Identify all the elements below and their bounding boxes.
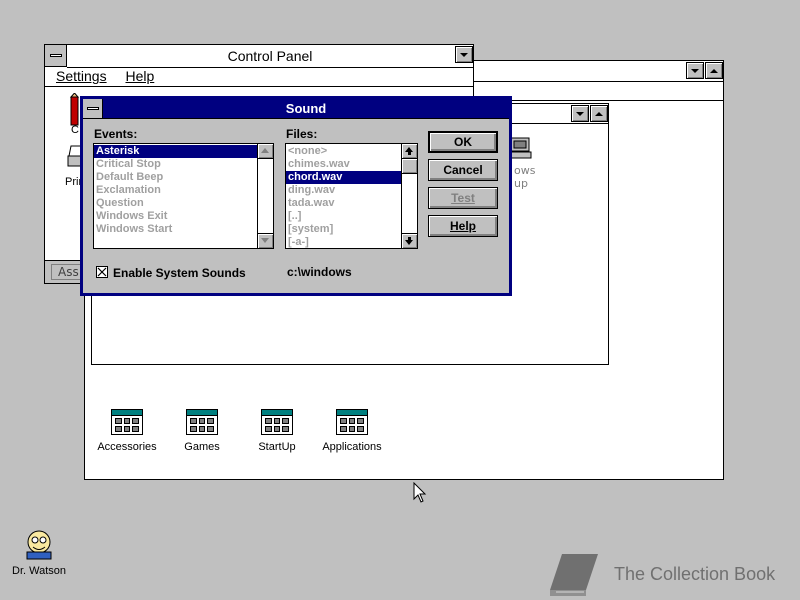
menu-settings[interactable]: Settings [56, 68, 107, 84]
events-list: Asterisk Critical Stop Default Beep Exclama… [94, 145, 257, 236]
control-panel-system-menu-button[interactable] [45, 45, 67, 67]
test-button[interactable]: Test [428, 187, 498, 209]
program-group-applications[interactable]: Applications [315, 409, 389, 453]
file-list-item[interactable]: chord.wav [286, 171, 401, 184]
mouse-pointer-icon [413, 482, 427, 503]
minimize-icon [576, 112, 584, 116]
test-button-label: Test [451, 191, 475, 205]
program-group-icon [336, 409, 368, 435]
program-group-accessories[interactable]: Accessories [90, 409, 164, 453]
files-scroll-thumb[interactable] [402, 159, 417, 174]
program-group-label: StartUp [258, 441, 296, 453]
program-group-icon [186, 409, 218, 435]
help-button-label: Help [449, 219, 476, 233]
maximize-icon [595, 112, 603, 116]
file-list-item[interactable]: ding.wav [286, 184, 401, 197]
desktop-icon-dr-watson[interactable]: Dr. Watson [8, 528, 70, 577]
control-panel-minimize-button[interactable] [455, 46, 473, 63]
main-group-maximize-button[interactable] [590, 105, 608, 122]
events-listbox[interactable]: Asterisk Critical Stop Default Beep Exclama… [93, 143, 274, 249]
event-list-item[interactable]: Windows Start [94, 223, 257, 236]
scroll-down-icon [405, 237, 413, 245]
enable-system-sounds-label[interactable]: Enable System Sounds [113, 266, 246, 280]
event-list-item[interactable]: Default Beep [94, 171, 257, 184]
files-scroll-down-button[interactable] [402, 233, 417, 248]
scroll-up-icon [261, 148, 269, 153]
event-list-item[interactable]: Asterisk [94, 145, 257, 158]
control-panel-title: Control Panel [227, 48, 313, 64]
program-group-startup[interactable]: StartUp [240, 409, 314, 453]
control-panel-menubar: Settings Help [45, 67, 473, 87]
minimize-icon [691, 69, 699, 73]
minimize-icon [460, 53, 468, 57]
events-scrollbar[interactable] [257, 144, 273, 248]
file-list-item[interactable]: [system] [286, 223, 401, 236]
sound-dialog-title: Sound [285, 101, 327, 116]
watermark: The Collection Book [546, 550, 796, 600]
program-group-games[interactable]: Games [165, 409, 239, 453]
file-list-item[interactable]: [..] [286, 210, 401, 223]
menu-help-label: Help [125, 68, 155, 84]
program-group-label: Applications [322, 441, 382, 453]
event-list-item[interactable]: Windows Exit [94, 210, 257, 223]
file-list-item[interactable]: [-a-] [286, 236, 401, 248]
maximize-icon [710, 69, 718, 73]
ok-button[interactable]: OK [428, 131, 498, 153]
menu-help[interactable]: Help [125, 68, 154, 84]
control-panel-titlebar[interactable]: Control Panel [67, 45, 473, 68]
program-group-icon [261, 409, 293, 435]
scroll-up-icon [405, 147, 413, 155]
current-directory: c:\windows [287, 265, 352, 279]
file-list-item[interactable]: <none> [286, 145, 401, 158]
menu-settings-label: Settings [56, 68, 107, 84]
dr-watson-icon [26, 530, 52, 560]
event-list-item[interactable]: Critical Stop [94, 158, 257, 171]
partial-icon-label: up [514, 177, 528, 190]
main-group-minimize-button[interactable] [571, 105, 589, 122]
book-icon [550, 554, 598, 596]
files-listbox[interactable]: <none> chimes.wav chord.wav ding.wav tada.wa… [285, 143, 418, 249]
partial-icon-label: ows [514, 164, 536, 177]
events-scroll-up-button[interactable] [258, 144, 273, 159]
maximize-button[interactable] [705, 62, 723, 79]
scroll-down-icon [261, 238, 269, 243]
minimize-button[interactable] [686, 62, 704, 79]
cancel-button[interactable]: Cancel [428, 159, 498, 181]
checkmark-x-icon [97, 267, 107, 277]
desktop-icon-label: Dr. Watson [12, 565, 66, 577]
program-group-label: Games [184, 441, 220, 453]
sound-dialog: Sound Events: Files: Asterisk Critical St… [80, 96, 512, 296]
event-list-item[interactable]: Question [94, 197, 257, 210]
program-group-icon [111, 409, 143, 435]
enable-system-sounds-checkbox[interactable] [96, 266, 108, 278]
files-label: Files: [286, 127, 318, 141]
files-list: <none> chimes.wav chord.wav ding.wav tada.wa… [286, 145, 401, 248]
help-button[interactable]: Help [428, 215, 498, 237]
events-label: Events: [94, 127, 138, 141]
events-scroll-down-button[interactable] [258, 233, 273, 248]
program-group-label: Accessories [97, 441, 157, 453]
files-scroll-up-button[interactable] [402, 144, 417, 159]
file-list-item[interactable]: chimes.wav [286, 158, 401, 171]
files-scrollbar[interactable] [401, 144, 417, 248]
sound-titlebar[interactable]: Sound [103, 99, 509, 119]
file-list-item[interactable]: tada.wav [286, 197, 401, 210]
event-list-item[interactable]: Exclamation [94, 184, 257, 197]
color-icon-label: C [71, 124, 79, 136]
sound-system-menu-button[interactable] [83, 99, 103, 119]
watermark-text: The Collection Book [614, 564, 776, 584]
